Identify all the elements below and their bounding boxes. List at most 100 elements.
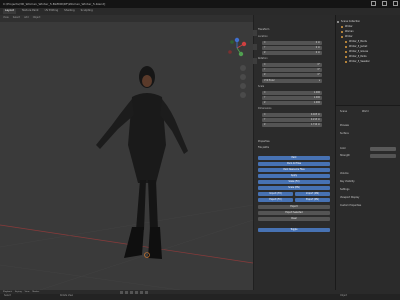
dimensions-z-field[interactable]: Z 1.710 m [262, 123, 322, 127]
props-custom-properties[interactable]: Custom Properties [340, 204, 361, 207]
section-properties[interactable]: Properties [258, 140, 334, 143]
prev-keyframe-icon[interactable] [125, 291, 128, 294]
timeline-keying[interactable]: Keying [15, 291, 22, 293]
title-bar: C:\Projects\3D_Woman_Winter_5.BLEND\RF\W… [0, 0, 400, 8]
rotation-z-field[interactable]: Z 0° [262, 73, 322, 77]
rotation-x-field[interactable]: X 0° [262, 63, 322, 67]
tab-uv-editing[interactable]: UV Editing [45, 10, 59, 13]
outliner-row[interactable]: Winter [341, 35, 400, 39]
collection-icon [341, 36, 343, 38]
section-transform[interactable]: Transform [258, 28, 334, 31]
rotation-y-field[interactable]: Y 0° [262, 68, 322, 72]
axis-label: X [264, 90, 266, 94]
outliner-row[interactable]: Winter_5_Pants [345, 55, 400, 59]
props-viewport-display[interactable]: Viewport Display [340, 196, 359, 199]
grid-line [0, 204, 253, 248]
props-surface[interactable]: Surface [340, 132, 349, 135]
export-fx-button[interactable]: Export (FX) [258, 198, 293, 202]
outliner-row[interactable]: Winter [341, 25, 400, 29]
tab-sculpting[interactable]: Sculpting [81, 10, 93, 13]
location-z-field[interactable]: Z 0 m [262, 51, 322, 55]
mesh-icon [345, 61, 347, 63]
playback-controls [120, 291, 148, 294]
clear-button[interactable]: Clear [258, 217, 330, 221]
pack-resource-files-button[interactable]: Pack Resource Files [258, 168, 330, 172]
axis-label: Z [264, 72, 266, 76]
dimensions-x-field[interactable]: X 0.405 m [262, 113, 322, 117]
section-file-paths[interactable]: File paths [258, 146, 334, 149]
camera-icon[interactable] [240, 83, 246, 89]
toggle-button[interactable]: Toggle [258, 228, 330, 232]
play-reverse-icon[interactable] [130, 291, 133, 294]
outliner-row-scene-collection[interactable]: Scene Collection [337, 20, 398, 24]
props-ray-visibility[interactable]: Ray Visibility [340, 180, 355, 183]
row-label: Woman [345, 29, 354, 33]
outliner-row[interactable]: Woman [341, 30, 400, 34]
color-swatch[interactable] [370, 147, 396, 151]
import-fx-button[interactable]: Import (FX) [258, 192, 293, 196]
maximize-icon[interactable] [382, 1, 387, 6]
props-preview[interactable]: Preview [340, 124, 349, 127]
dimensions-y-field[interactable]: Y 0.213 m [262, 118, 322, 122]
timeline-view[interactable]: View [25, 291, 30, 293]
outliner-row[interactable]: Winter_5_Boots [345, 40, 400, 44]
tab-layout[interactable]: Layout [3, 9, 16, 14]
tab-texture-paint[interactable]: Texture Paint [22, 10, 39, 13]
location-y-field[interactable]: Y 0 m [262, 46, 322, 50]
3d-viewport[interactable]: View Select Add Object [0, 15, 253, 290]
label-scale: Scale [258, 85, 265, 88]
outliner-row[interactable]: Winter_5_Sweater [345, 60, 400, 64]
scale-z-field[interactable]: Z 1.000 [262, 101, 322, 105]
export-ms-button[interactable]: Export (MS) [295, 198, 330, 202]
scale-ms-button[interactable]: Scale (MS) [258, 186, 330, 190]
workspace-tabs: Layout Texture Paint UV Editing Shading … [0, 8, 400, 15]
outliner-row[interactable]: Winter_5_Jacket [345, 45, 400, 49]
rotation-mode-select[interactable]: XYZ Euler ▾ [262, 79, 322, 83]
tab-tool-icon[interactable] [253, 44, 257, 50]
jump-end-icon[interactable] [145, 291, 148, 294]
mesh-icon [345, 56, 347, 58]
scale-y-field[interactable]: Y 1.000 [262, 96, 322, 100]
window-controls [371, 1, 398, 6]
play-icon[interactable] [135, 291, 138, 294]
minimize-icon[interactable] [371, 1, 376, 6]
outliner-row[interactable]: Winter_5_Gloves [345, 50, 400, 54]
gizmo-svg [228, 37, 247, 57]
close-icon[interactable] [393, 1, 398, 6]
navigation-gizmo[interactable] [226, 37, 248, 59]
props-volume[interactable]: Volume [340, 172, 349, 175]
export-button[interactable]: Export [258, 205, 330, 209]
export-selected-button[interactable]: Export Selected [258, 211, 330, 215]
strength-field[interactable] [370, 154, 396, 158]
perspective-icon[interactable] [240, 92, 246, 98]
props-header-scene[interactable]: Scene [340, 110, 347, 113]
pan-icon[interactable] [240, 74, 246, 80]
zoom-icon[interactable] [240, 65, 246, 71]
import-ms-button[interactable]: Import (MS) [295, 192, 330, 196]
tab-item-icon[interactable] [253, 30, 257, 36]
rotation-x-value: 0° [317, 62, 321, 66]
pack-button[interactable]: Pack [258, 156, 330, 160]
axis-label: Y [264, 95, 266, 99]
next-keyframe-icon[interactable] [140, 291, 143, 294]
scale-fx-button[interactable]: Scale (FX) [258, 180, 330, 184]
pack-all-files-button[interactable]: Pack All Files [258, 162, 330, 166]
viewport-nav-controls [240, 65, 246, 98]
scale-x-field[interactable]: X 1.000 [262, 91, 322, 95]
location-x-field[interactable]: X 0 m [262, 41, 322, 45]
tab-view-icon[interactable] [253, 58, 257, 64]
dimensions-x-value: 0.405 m [310, 112, 320, 116]
timeline-marker[interactable]: Marker [32, 291, 39, 293]
apply-button[interactable]: Apply [258, 174, 330, 178]
location-y-value: 0 m [315, 45, 320, 49]
label-rotation: Rotation [258, 57, 268, 60]
props-header-world[interactable]: World [362, 110, 369, 113]
axis-label: Y [264, 67, 266, 71]
timeline-playback[interactable]: Playback [3, 291, 12, 293]
dimensions-y-value: 0.213 m [310, 117, 320, 121]
jump-start-icon[interactable] [120, 291, 123, 294]
dimensions-z-value: 1.710 m [310, 122, 320, 126]
tab-shading[interactable]: Shading [64, 10, 75, 13]
props-settings[interactable]: Settings [340, 188, 349, 191]
mesh-icon [345, 41, 347, 43]
